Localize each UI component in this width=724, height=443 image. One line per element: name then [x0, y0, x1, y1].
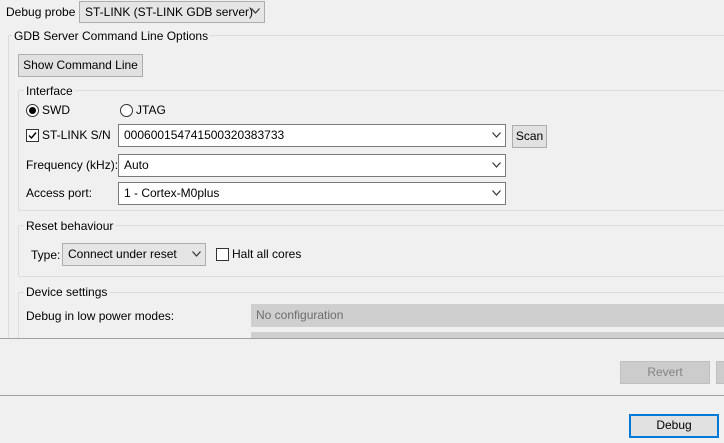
footer-separator [0, 395, 724, 396]
debug-probe-value: ST-LINK (ST-LINK GDB server) [85, 5, 254, 19]
apply-button-partial[interactable] [716, 361, 724, 384]
chevron-down-icon [492, 132, 501, 138]
access-port-value: 1 - Cortex-M0plus [124, 186, 220, 200]
show-command-line-button[interactable]: Show Command Line [18, 54, 143, 77]
revert-button[interactable]: Revert [620, 361, 710, 384]
gdb-server-group-title: GDB Server Command Line Options [12, 29, 211, 43]
swd-radio[interactable] [26, 104, 39, 117]
low-power-modes-select[interactable]: No configuration [251, 304, 724, 327]
frequency-label: Frequency (kHz): [26, 158, 119, 172]
stlink-sn-value: 0006001547415003203837​33 [124, 128, 285, 142]
stlink-sn-checkbox[interactable] [26, 129, 39, 142]
reset-type-value: Connect under reset [68, 247, 177, 261]
low-power-modes-value: No configuration [256, 308, 344, 322]
debug-button[interactable]: Debug [629, 414, 719, 438]
chevron-down-icon [492, 190, 501, 196]
halt-all-cores-checkbox[interactable] [216, 248, 229, 261]
halt-all-cores-label: Halt all cores [232, 247, 302, 261]
access-port-select[interactable]: 1 - Cortex-M0plus [118, 182, 506, 205]
scan-button[interactable]: Scan [512, 125, 547, 148]
low-power-modes-label: Debug in low power modes: [26, 309, 175, 323]
reset-type-select[interactable]: Connect under reset [62, 243, 206, 266]
reset-behaviour-group-title: Reset behaviour [24, 219, 116, 233]
frequency-value: Auto [124, 158, 149, 172]
chevron-down-icon [251, 8, 260, 14]
jtag-radio[interactable] [120, 104, 133, 117]
debug-probe-label: Debug probe [6, 5, 76, 19]
checkmark-icon [28, 132, 37, 140]
device-settings-group-title: Device settings [24, 285, 110, 299]
stlink-sn-label: ST-LINK S/N [42, 128, 111, 142]
access-port-label: Access port: [26, 186, 93, 200]
interface-group-title: Interface [24, 84, 75, 98]
stlink-sn-select[interactable]: 0006001547415003203837​33 [118, 124, 506, 147]
chevron-down-icon [192, 251, 201, 257]
jtag-label: JTAG [136, 103, 166, 117]
frequency-select[interactable]: Auto [118, 154, 506, 177]
chevron-down-icon [492, 162, 501, 168]
footer-area [0, 339, 724, 443]
reset-type-label: Type: [31, 248, 61, 262]
debug-probe-select[interactable]: ST-LINK (ST-LINK GDB server) [79, 1, 265, 23]
swd-label: SWD [42, 103, 70, 117]
